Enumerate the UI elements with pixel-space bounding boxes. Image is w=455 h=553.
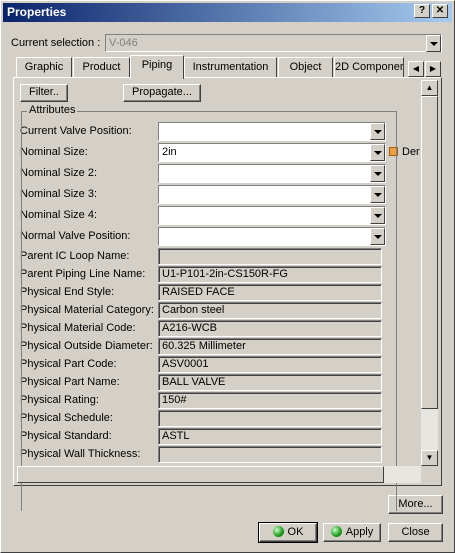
scrollbar-corner: [421, 466, 438, 483]
tab-scroll-right-icon[interactable]: ▶: [425, 61, 441, 77]
scroll-up-icon[interactable]: ▲: [421, 80, 438, 96]
close-window-button[interactable]: ✕: [432, 4, 448, 18]
window-title: Properties: [7, 5, 67, 19]
tab-label: Product: [82, 61, 121, 73]
propagate-button[interactable]: Propagate...: [123, 84, 201, 102]
tab-product[interactable]: Product: [73, 57, 130, 78]
tab-label: 2D Componer: [335, 61, 404, 73]
tab-scroll-left-icon[interactable]: ◀: [408, 61, 424, 77]
filter-button[interactable]: Filter..: [20, 84, 68, 102]
tab-2d-component[interactable]: 2D Componer: [334, 57, 404, 78]
attributes-group: Attributes: [21, 104, 397, 511]
ok-label: OK: [287, 526, 304, 538]
apply-label: Apply: [345, 526, 374, 538]
properties-dialog: Properties ? ✕ Current selection : V-046…: [0, 0, 455, 553]
tab-label: Piping: [141, 59, 173, 71]
tab-label: Graphic: [24, 61, 64, 73]
current-selection-value: V-046: [109, 37, 138, 49]
tab-piping[interactable]: Piping: [130, 55, 184, 79]
current-selection-combo[interactable]: V-046: [105, 34, 442, 52]
ok-button[interactable]: OK: [258, 522, 318, 543]
tab-graphic[interactable]: Graphic: [16, 57, 72, 78]
vertical-scroll-thumb[interactable]: [421, 96, 438, 409]
piping-tab-panel: Filter.. Propagate... Attributes: [13, 77, 442, 511]
current-selection-label: Current selection :: [11, 37, 101, 49]
horizontal-scroll-thumb[interactable]: [17, 466, 384, 483]
tab-label: Object: [289, 61, 322, 73]
close-button[interactable]: Close: [388, 523, 443, 542]
tab-label: Instrumentation: [192, 61, 269, 73]
apply-status-icon: [330, 526, 342, 537]
attributes-horizontal-scrollbar[interactable]: [17, 466, 421, 483]
tab-instrumentation[interactable]: Instrumentation: [184, 57, 277, 78]
help-button[interactable]: ?: [414, 4, 430, 18]
attributes-group-title: Attributes: [27, 104, 78, 116]
scroll-down-icon[interactable]: ▼: [421, 450, 438, 466]
title-bar: Properties: [3, 3, 452, 22]
ok-status-icon: [272, 526, 284, 537]
attributes-vertical-scrollbar[interactable]: ▲ ▼: [421, 80, 438, 466]
apply-button[interactable]: Apply: [323, 523, 381, 542]
chevron-down-icon[interactable]: [426, 35, 441, 52]
tab-object[interactable]: Object: [278, 57, 333, 78]
